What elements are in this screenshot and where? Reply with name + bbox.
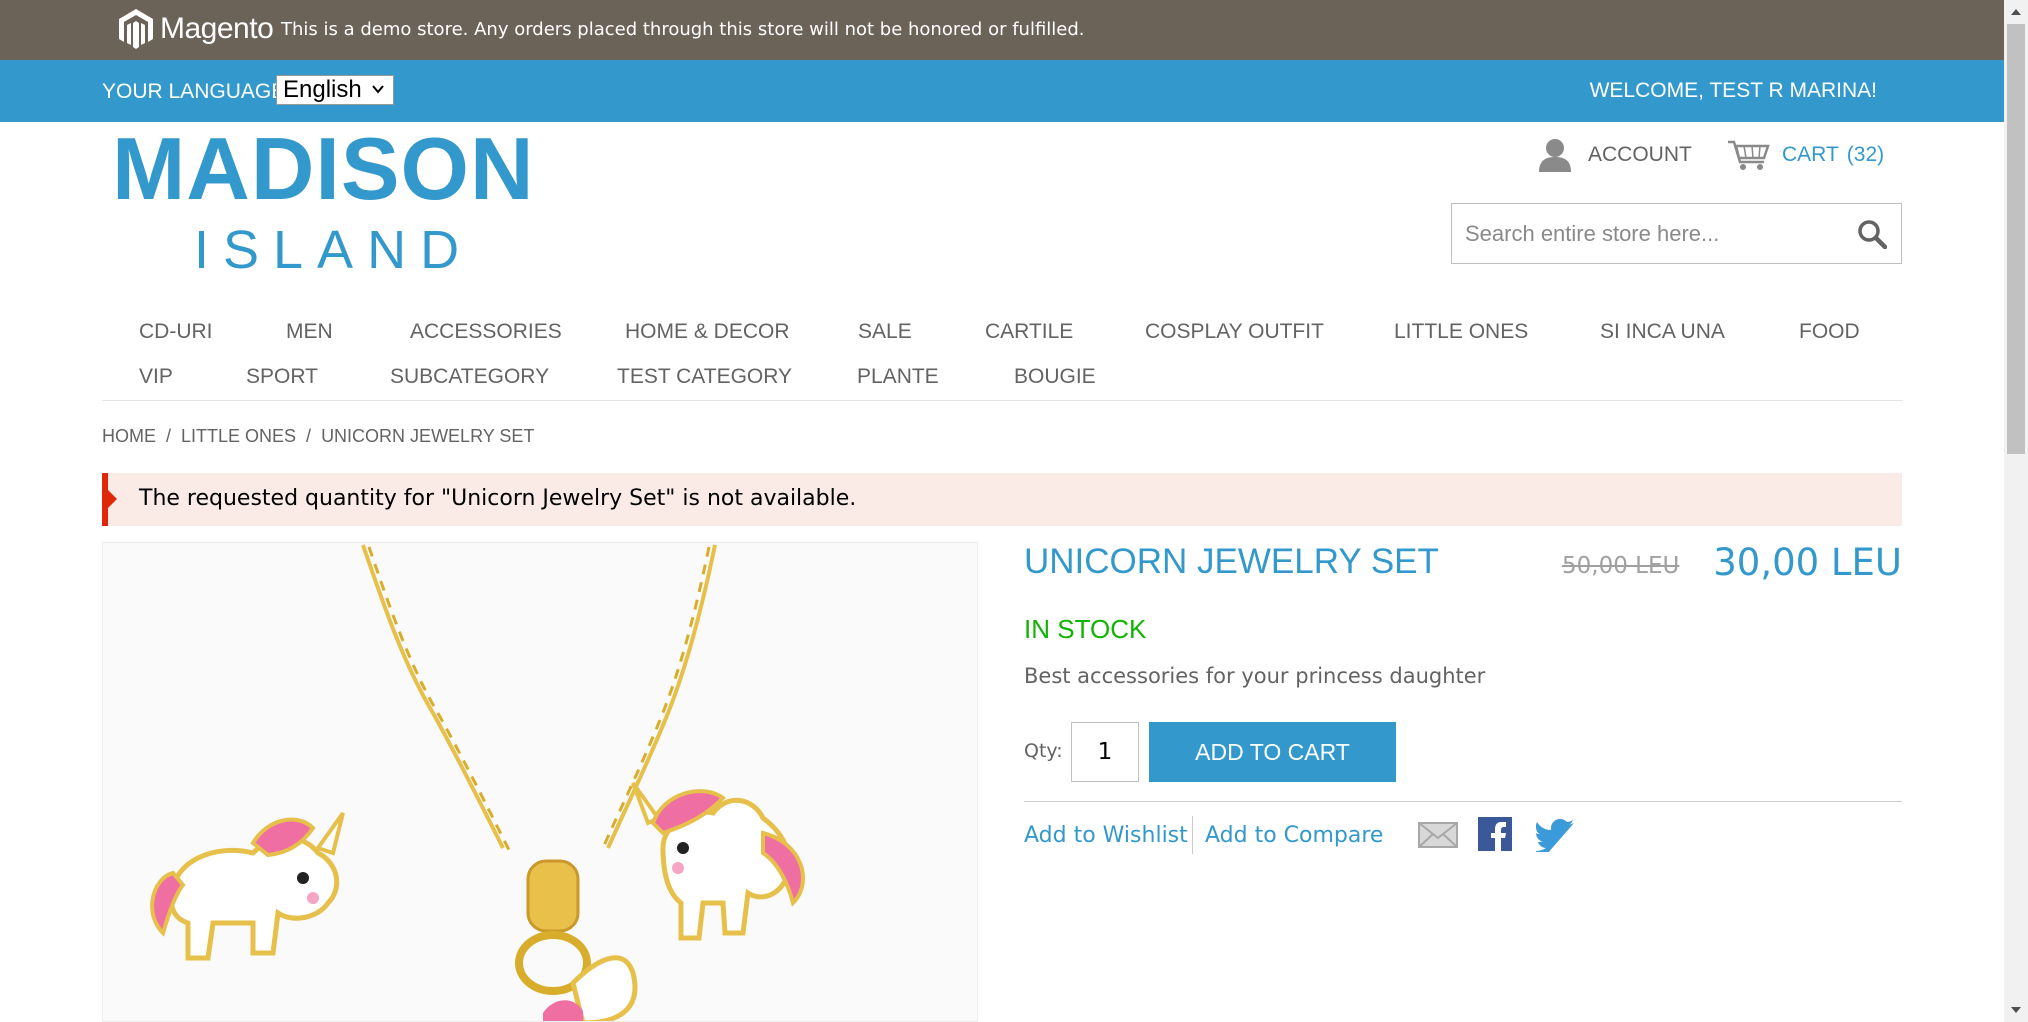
language-label: YOUR LANGUAGE: (102, 80, 292, 103)
language-bar: YOUR LANGUAGE: English WELCOME, TEST R M… (0, 60, 2004, 122)
nav-item-cosplay-outfit[interactable]: COSPLAY OUTFIT (1145, 320, 1324, 344)
nav-item-little-ones[interactable]: LITTLE ONES (1394, 320, 1528, 344)
nav-item-si-inca-una[interactable]: SI INCA UNA (1600, 320, 1725, 344)
nav-item-sport[interactable]: SPORT (246, 365, 318, 389)
nav-item-vip[interactable]: VIP (139, 365, 173, 389)
logo-line-madison: MADISON (112, 119, 535, 218)
nav-item-test-category[interactable]: TEST CATEGORY (617, 365, 792, 389)
product-photo (103, 543, 977, 1021)
nav-item-sale[interactable]: SALE (858, 320, 912, 344)
magento-logo-text: Magento (160, 12, 274, 45)
breadcrumb-current: UNICORN JEWELRY SET (321, 426, 535, 446)
product-info-divider (1024, 801, 1902, 802)
nav-item-cd-uri[interactable]: CD-URI (139, 320, 213, 344)
account-icon (1539, 139, 1571, 172)
scroll-up-icon[interactable] (2004, 0, 2028, 24)
old-price: 50,00 LEU (1562, 553, 1680, 579)
scroll-down-icon[interactable] (2004, 998, 2028, 1022)
search-input[interactable] (1452, 204, 1832, 263)
facebook-icon[interactable] (1478, 817, 1512, 851)
nav-divider (102, 400, 1902, 401)
nav-item-subcategory[interactable]: SUBCATEGORY (390, 365, 549, 389)
special-price: 30,00 LEU (1713, 541, 1902, 584)
page-scrollbar[interactable] (2004, 0, 2028, 1022)
email-icon[interactable] (1418, 820, 1458, 850)
product-image[interactable] (102, 542, 978, 1022)
qty-input[interactable]: 1 (1071, 722, 1139, 782)
breadcrumb-separator: / (166, 426, 172, 446)
twitter-icon[interactable] (1536, 818, 1576, 852)
cart-count: (32) (1846, 143, 1885, 166)
welcome-message: WELCOME, TEST R MARINA! (1589, 79, 1877, 102)
logo-line-island: ISLAND (194, 220, 474, 280)
account-link[interactable]: ACCOUNT (1536, 138, 1692, 172)
search-form (1451, 203, 1902, 264)
short-description: Best accessories for your princess daugh… (1024, 664, 1486, 688)
add-to-compare-link[interactable]: Add to Compare (1205, 823, 1383, 848)
breadcrumb-home[interactable]: HOME (102, 426, 156, 447)
availability-status: IN STOCK (1024, 614, 1147, 644)
cart-label: CART (1782, 143, 1839, 166)
breadcrumb: HOME / LITTLE ONES / UNICORN JEWELRY SET (102, 426, 534, 447)
chevron-down-icon (372, 85, 384, 94)
nav-item-bougie[interactable]: BOUGIE (1014, 365, 1096, 389)
magento-logo: Magento (116, 6, 274, 52)
search-icon[interactable] (1857, 219, 1887, 249)
error-message-text: The requested quantity for "Unicorn Jewe… (139, 486, 857, 511)
product-name: UNICORN JEWELRY SET (1024, 542, 1439, 581)
language-select[interactable]: English (276, 75, 394, 105)
nav-item-cartile[interactable]: CARTILE (985, 320, 1073, 344)
error-arrow-icon (108, 490, 117, 508)
add-to-wishlist-link[interactable]: Add to Wishlist (1024, 823, 1188, 848)
nav-item-food[interactable]: FOOD (1799, 320, 1860, 344)
scrollbar-thumb[interactable] (2007, 24, 2025, 454)
breadcrumb-separator: / (306, 426, 312, 446)
nav-item-men[interactable]: MEN (286, 320, 333, 344)
cart-icon (1728, 140, 1770, 170)
add-to-cart-button[interactable]: ADD TO CART (1149, 722, 1396, 782)
account-label: ACCOUNT (1588, 143, 1692, 166)
qty-label: Qty: (1024, 740, 1063, 762)
demo-notice-bar: Magento This is a demo store. Any orders… (0, 0, 2004, 60)
link-separator (1192, 816, 1193, 854)
nav-item-plante[interactable]: PLANTE (857, 365, 939, 389)
store-logo[interactable]: MADISON ISLAND (112, 119, 535, 280)
nav-item-accessories[interactable]: ACCESSORIES (410, 320, 562, 344)
nav-item-home-decor[interactable]: HOME & DECOR (625, 320, 790, 344)
magento-logo-icon (119, 9, 153, 49)
cart-link[interactable]: CART (32) (1726, 138, 1884, 172)
breadcrumb-little-ones[interactable]: LITTLE ONES (181, 426, 296, 447)
language-selected-value: English (283, 76, 362, 103)
demo-notice-text: This is a demo store. Any orders placed … (281, 19, 1085, 40)
error-message: The requested quantity for "Unicorn Jewe… (102, 473, 1902, 526)
